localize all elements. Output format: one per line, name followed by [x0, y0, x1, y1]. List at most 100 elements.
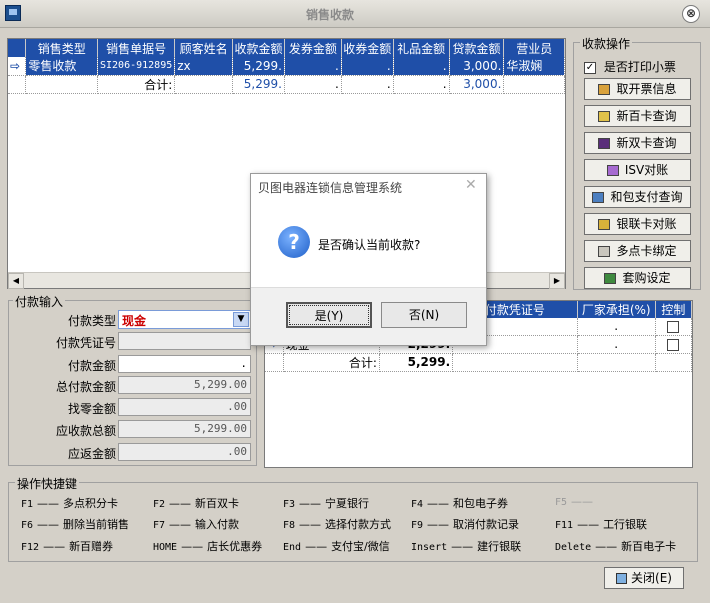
- shortcut-key: F8: [283, 520, 296, 531]
- control-checkbox[interactable]: [655, 318, 693, 336]
- shortcut-label: 工行银联: [603, 518, 648, 531]
- checkbox-checked-icon[interactable]: ✓: [584, 61, 596, 74]
- hebao-pay-query-button[interactable]: 和包支付查询: [584, 186, 691, 208]
- cell-doc: SI206-912895: [97, 57, 176, 76]
- shortcut-label: 新百赠券: [69, 540, 114, 553]
- close-button[interactable]: 关闭(E): [604, 567, 684, 589]
- cell-customer: [174, 75, 234, 94]
- chevron-down-icon[interactable]: ▼: [233, 312, 249, 327]
- shortcut-key: F5: [555, 497, 568, 508]
- unionpay-reconcile-button[interactable]: 银联卡对账: [584, 213, 691, 235]
- shortcut-item: F1 —— 多点积分卡: [21, 495, 118, 511]
- print-receipt-label: 是否打印小票: [603, 60, 676, 74]
- col-coupon-out[interactable]: 发券金额: [284, 39, 342, 57]
- shortcut-dash: ——: [37, 497, 60, 510]
- confirm-dialog: 贝图电器连锁信息管理系统 ✕ ? 是否确认当前收款? 是(Y) 否(N): [250, 173, 487, 346]
- shortcut-dash: ——: [427, 497, 450, 510]
- cell-pct: [577, 353, 656, 372]
- shortcut-label: 多点积分卡: [63, 497, 119, 510]
- close-button-label: 关闭(E): [631, 571, 672, 585]
- shortcut-dash: ——: [451, 540, 474, 553]
- shortcut-key: HOME: [153, 542, 178, 553]
- col-loan[interactable]: 贷款金额: [449, 39, 505, 57]
- cell-amount: 5,299.: [379, 353, 454, 372]
- shortcut-label: 新百双卡: [195, 497, 240, 510]
- shortcut-label: 删除当前销售: [63, 518, 130, 531]
- dialog-close-icon[interactable]: ✕: [465, 177, 477, 193]
- cell-amount: 5,299.: [232, 75, 285, 94]
- pay-type-value: 现金: [122, 314, 147, 328]
- scroll-right-icon[interactable]: ▶: [549, 273, 565, 289]
- button-label: 多点卡绑定: [616, 244, 677, 258]
- table-row: 合计: 5,299.: [265, 353, 693, 372]
- bundle-setting-button[interactable]: 套购设定: [584, 267, 691, 289]
- col-clerk[interactable]: 营业员: [503, 39, 565, 57]
- col-gift[interactable]: 礼品金额: [393, 39, 450, 57]
- shortcut-label: 支付宝/微信: [331, 540, 390, 553]
- shortcut-item: Delete —— 新百电子卡: [555, 538, 676, 554]
- shortcut-item: F3 —— 宁夏银行: [283, 495, 369, 511]
- shortcut-item: End —— 支付宝/微信: [283, 538, 390, 554]
- flower-icon: [606, 165, 619, 176]
- no-button[interactable]: 否(N): [381, 302, 467, 328]
- shortcut-key: F3: [283, 499, 296, 510]
- shortcut-dash: ——: [37, 518, 60, 531]
- exit-door-icon: [616, 573, 628, 584]
- col-coupon-in[interactable]: 收券金额: [341, 39, 394, 57]
- shortcuts-title: 操作快捷键: [15, 475, 80, 492]
- xinbai-card-query-button[interactable]: 新百卡查询: [584, 105, 691, 127]
- shortcut-item: HOME —— 店长优惠券: [153, 538, 262, 554]
- shortcut-key: F12: [21, 542, 40, 553]
- row-marker-icon: ⇨: [8, 57, 27, 76]
- col-vendor-pct[interactable]: 厂家承担(%): [577, 301, 656, 318]
- cell-amount: 5,299.: [232, 57, 285, 76]
- shortcut-label: 店长优惠券: [207, 540, 263, 553]
- plug-icon: [598, 219, 611, 230]
- col-customer[interactable]: 顾客姓名: [174, 39, 234, 57]
- get-invoice-info-button[interactable]: 取开票信息: [584, 78, 691, 100]
- window-close-icon[interactable]: ⊗: [682, 5, 700, 23]
- shortcut-key: F1: [21, 499, 34, 510]
- refund-label: 应返金额: [67, 447, 116, 461]
- cell-customer: zx: [174, 57, 234, 76]
- isv-reconcile-button[interactable]: ISV对账: [584, 159, 691, 181]
- shortcut-label: 和包电子券: [453, 497, 509, 510]
- button-label: 取开票信息: [616, 82, 677, 96]
- document-icon: [598, 246, 611, 257]
- voucher-field[interactable]: [118, 332, 251, 350]
- shortcut-item: F2 —— 新百双卡: [153, 495, 239, 511]
- shortcut-key: End: [283, 542, 302, 553]
- pay-amount-field[interactable]: .: [118, 355, 251, 373]
- shortcut-dash: ——: [595, 540, 618, 553]
- print-receipt-checkbox[interactable]: ✓ 是否打印小票: [584, 58, 676, 75]
- shortcut-label: 取消付款记录: [453, 518, 520, 531]
- pay-type-select[interactable]: 现金 ▼: [118, 310, 251, 329]
- control-checkbox[interactable]: [655, 335, 693, 354]
- col-amount[interactable]: 收款金额: [232, 39, 285, 57]
- cell-pct: .: [577, 318, 656, 336]
- scroll-left-icon[interactable]: ◀: [8, 273, 24, 289]
- cell-control: [655, 353, 693, 372]
- cell-type: 零售收款: [25, 57, 98, 76]
- col-control[interactable]: 控制: [655, 301, 693, 318]
- title-bar: 销售收款 ⊗: [0, 0, 710, 28]
- shortcut-item: F12 —— 新百赠券: [21, 538, 113, 554]
- shortcut-label: 宁夏银行: [325, 497, 370, 510]
- shortcut-key: Delete: [555, 542, 592, 553]
- button-label: 套购设定: [622, 271, 671, 285]
- col-doc-no[interactable]: 销售单据号: [97, 39, 176, 57]
- shortcut-item: F7 —— 输入付款: [153, 516, 239, 532]
- duodian-card-bind-button[interactable]: 多点卡绑定: [584, 240, 691, 262]
- xinshuang-card-query-button[interactable]: 新双卡查询: [584, 132, 691, 154]
- table-row[interactable]: ⇨ 零售收款 SI206-912895 zx 5,299. . . . 3,00…: [8, 57, 565, 76]
- shortcut-dash: ——: [571, 495, 594, 508]
- shortcut-item: F6 —— 删除当前销售: [21, 516, 129, 532]
- total-pay-label: 总付款金额: [55, 380, 116, 394]
- shortcut-key: F7: [153, 520, 166, 531]
- col-sales-type[interactable]: 销售类型: [25, 39, 98, 57]
- table-row[interactable]: 合计: 5,299. . . . 3,000.: [8, 75, 565, 94]
- plug-icon: [598, 84, 611, 95]
- yes-button[interactable]: 是(Y): [286, 302, 372, 328]
- shortcut-item: Insert —— 建行银联: [411, 538, 521, 554]
- total-pay-field: 5,299.00: [118, 376, 251, 394]
